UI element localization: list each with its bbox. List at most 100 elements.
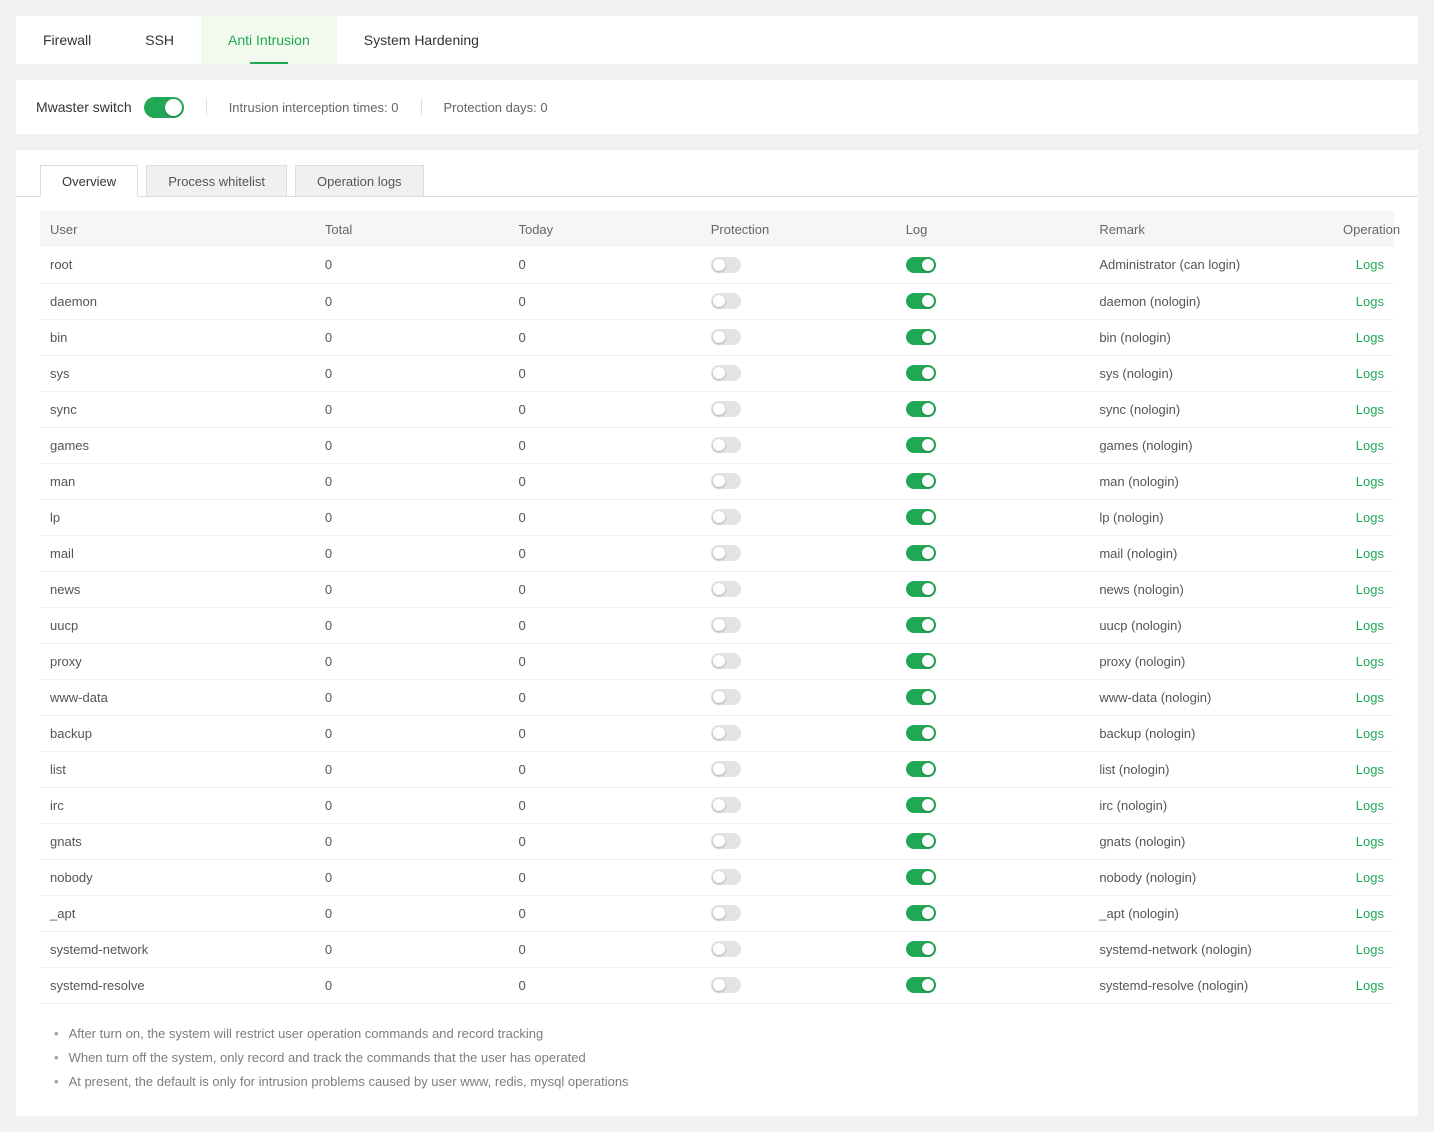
log-toggle[interactable] — [906, 689, 936, 705]
log-toggle[interactable] — [906, 329, 936, 345]
master-switch-toggle[interactable] — [144, 97, 184, 118]
subtab-overview[interactable]: Overview — [40, 165, 138, 197]
table-row: systemd-resolve 0 0 systemd-resolve (nol… — [40, 967, 1394, 1003]
log-toggle[interactable] — [906, 401, 936, 417]
table-row: sync 0 0 sync (nologin) Logs — [40, 391, 1394, 427]
logs-link[interactable]: Logs — [1356, 690, 1384, 705]
logs-link[interactable]: Logs — [1356, 366, 1384, 381]
log-toggle[interactable] — [906, 509, 936, 525]
logs-link[interactable]: Logs — [1356, 942, 1384, 957]
tab-anti-intrusion[interactable]: Anti Intrusion — [201, 16, 337, 64]
protection-toggle[interactable] — [711, 941, 741, 957]
log-toggle[interactable] — [906, 725, 936, 741]
logs-link[interactable]: Logs — [1356, 798, 1384, 813]
log-toggle[interactable] — [906, 797, 936, 813]
logs-link[interactable]: Logs — [1356, 870, 1384, 885]
remark-cell: mail (nologin) — [1089, 535, 1333, 571]
log-toggle[interactable] — [906, 257, 936, 273]
protection-toggle[interactable] — [711, 365, 741, 381]
log-toggle[interactable] — [906, 941, 936, 957]
total-cell: 0 — [315, 499, 509, 535]
remark-cell: Administrator (can login) — [1089, 247, 1333, 283]
logs-link[interactable]: Logs — [1356, 906, 1384, 921]
toggle-knob — [922, 727, 934, 739]
logs-link[interactable]: Logs — [1356, 834, 1384, 849]
logs-link[interactable]: Logs — [1356, 474, 1384, 489]
protection-toggle[interactable] — [711, 869, 741, 885]
logs-link[interactable]: Logs — [1356, 330, 1384, 345]
toggle-knob — [922, 331, 934, 343]
main-panel: Overview Process whitelist Operation log… — [16, 150, 1418, 1116]
protection-toggle[interactable] — [711, 437, 741, 453]
divider — [421, 99, 422, 115]
toggle-knob — [922, 547, 934, 559]
log-toggle[interactable] — [906, 833, 936, 849]
toggle-knob — [713, 547, 725, 559]
tab-firewall[interactable]: Firewall — [16, 16, 118, 64]
protection-toggle[interactable] — [711, 977, 741, 993]
logs-link[interactable]: Logs — [1356, 582, 1384, 597]
protection-toggle[interactable] — [711, 689, 741, 705]
logs-link[interactable]: Logs — [1356, 257, 1384, 272]
user-cell: _apt — [40, 895, 315, 931]
subtab-operation-logs[interactable]: Operation logs — [295, 165, 424, 197]
toggle-knob — [713, 619, 725, 631]
table-row: sys 0 0 sys (nologin) Logs — [40, 355, 1394, 391]
today-cell: 0 — [508, 715, 700, 751]
log-toggle[interactable] — [906, 365, 936, 381]
protection-toggle[interactable] — [711, 797, 741, 813]
protection-toggle[interactable] — [711, 833, 741, 849]
protection-toggle[interactable] — [711, 545, 741, 561]
protection-toggle[interactable] — [711, 905, 741, 921]
total-cell: 0 — [315, 355, 509, 391]
logs-link[interactable]: Logs — [1356, 294, 1384, 309]
protection-toggle[interactable] — [711, 509, 741, 525]
logs-link[interactable]: Logs — [1356, 654, 1384, 669]
today-cell: 0 — [508, 859, 700, 895]
log-toggle[interactable] — [906, 617, 936, 633]
logs-link[interactable]: Logs — [1356, 726, 1384, 741]
operation-cell: Logs — [1333, 247, 1394, 283]
logs-link[interactable]: Logs — [1356, 438, 1384, 453]
log-toggle[interactable] — [906, 653, 936, 669]
logs-link[interactable]: Logs — [1356, 978, 1384, 993]
logs-link[interactable]: Logs — [1356, 402, 1384, 417]
protection-toggle[interactable] — [711, 653, 741, 669]
logs-link[interactable]: Logs — [1356, 762, 1384, 777]
logs-link[interactable]: Logs — [1356, 618, 1384, 633]
protection-toggle[interactable] — [711, 293, 741, 309]
today-cell: 0 — [508, 535, 700, 571]
log-cell — [896, 427, 1090, 463]
toggle-knob — [713, 691, 725, 703]
log-toggle[interactable] — [906, 293, 936, 309]
protection-toggle[interactable] — [711, 617, 741, 633]
tab-system-hardening[interactable]: System Hardening — [337, 16, 506, 64]
log-toggle[interactable] — [906, 437, 936, 453]
protection-toggle[interactable] — [711, 257, 741, 273]
log-toggle[interactable] — [906, 905, 936, 921]
protection-toggle[interactable] — [711, 725, 741, 741]
logs-link[interactable]: Logs — [1356, 546, 1384, 561]
tab-ssh[interactable]: SSH — [118, 16, 201, 64]
protection-cell — [701, 571, 896, 607]
protection-toggle[interactable] — [711, 401, 741, 417]
table-row: nobody 0 0 nobody (nologin) Logs — [40, 859, 1394, 895]
remark-cell: uucp (nologin) — [1089, 607, 1333, 643]
operation-cell: Logs — [1333, 931, 1394, 967]
protection-toggle[interactable] — [711, 329, 741, 345]
toggle-knob — [713, 907, 725, 919]
log-toggle[interactable] — [906, 473, 936, 489]
logs-link[interactable]: Logs — [1356, 510, 1384, 525]
table-row: list 0 0 list (nologin) Logs — [40, 751, 1394, 787]
log-toggle[interactable] — [906, 581, 936, 597]
log-toggle[interactable] — [906, 761, 936, 777]
toggle-knob — [922, 979, 934, 991]
log-toggle[interactable] — [906, 545, 936, 561]
protection-toggle[interactable] — [711, 761, 741, 777]
protection-toggle[interactable] — [711, 473, 741, 489]
subtab-process-whitelist[interactable]: Process whitelist — [146, 165, 287, 197]
log-toggle[interactable] — [906, 977, 936, 993]
protection-toggle[interactable] — [711, 581, 741, 597]
log-toggle[interactable] — [906, 869, 936, 885]
toggle-knob — [922, 475, 934, 487]
